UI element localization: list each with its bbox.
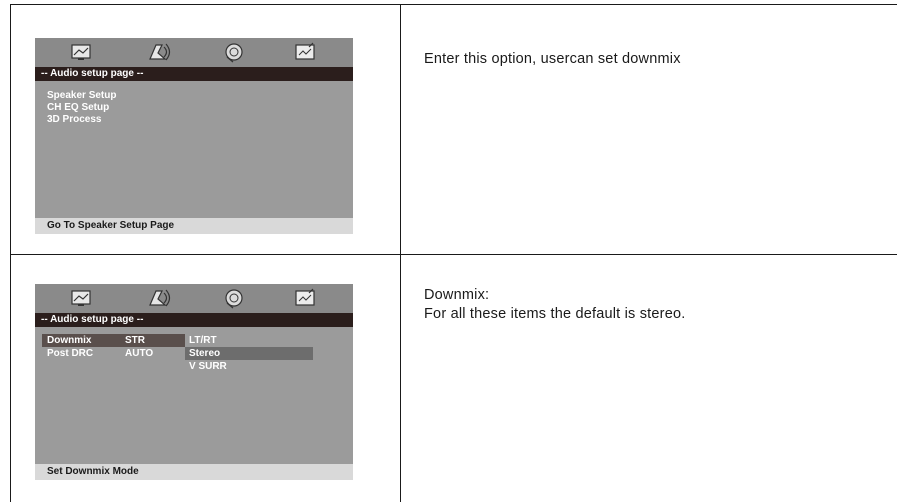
tv-screen-icon [71,290,91,306]
osd-footer: Go To Speaker Setup Page [35,218,353,234]
osd-icon-bar [35,38,353,67]
description-row-1: Enter this option, usercan set downmix [424,51,681,67]
description-body: For all these items the default is stere… [424,306,686,322]
osd-footer-text: Go To Speaker Setup Page [47,220,175,231]
menu-item-3d-process[interactable]: 3D Process [47,114,101,126]
osd-footer-text: Set Downmix Mode [47,466,139,477]
osd-title: -- Audio setup page -- [41,314,144,325]
setting-label-post-drc[interactable]: Post DRC [47,348,93,360]
osd-screen-downmix: -- Audio setup page -- Downmix STR Post … [35,284,353,480]
osd-screen-audio-setup: -- Audio setup page -- Speaker Setup CH … [35,38,353,234]
table-border-top [10,4,897,5]
disc-tape-icon [225,289,243,309]
table-column-divider [400,4,401,502]
preferences-icon [295,42,315,60]
preferences-icon [295,288,315,306]
setting-value-downmix: STR [125,335,145,346]
table-border-left [10,4,11,502]
table-row-divider [10,254,897,255]
tv-screen-icon [71,44,91,60]
option-stereo[interactable]: Stereo [189,348,220,360]
disc-tape-icon [225,43,243,63]
osd-title-bar: -- Audio setup page -- [35,313,353,327]
setting-label-downmix[interactable]: Downmix [47,335,91,347]
setting-value-post-drc: AUTO [125,348,154,359]
option-v-surr[interactable]: V SURR [189,361,227,373]
description-heading: Downmix: [424,287,490,303]
menu-item-speaker-setup[interactable]: Speaker Setup [47,90,116,102]
menu-item-ch-eq-setup[interactable]: CH EQ Setup [47,102,109,114]
osd-icon-bar [35,284,353,313]
speaker-audio-icon [149,43,171,61]
speaker-audio-icon [149,289,171,307]
osd-title: -- Audio setup page -- [41,68,144,79]
description-row-2: Downmix: For all these items the default… [424,286,685,324]
osd-title-bar: -- Audio setup page -- [35,67,353,81]
option-lt-rt[interactable]: LT/RT [189,335,217,347]
osd-footer: Set Downmix Mode [35,464,353,480]
